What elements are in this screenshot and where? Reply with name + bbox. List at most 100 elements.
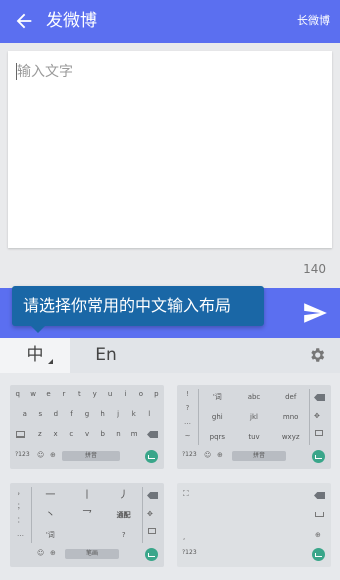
side-key: ： <box>17 516 24 524</box>
layout-option-nine-key[interactable]: ! ? … ~ '词 abc def ghi jkl mno pqrs tuv … <box>177 385 331 469</box>
side-key: ? <box>185 404 190 412</box>
key: tuv <box>248 433 260 441</box>
key: d <box>53 410 59 418</box>
side-key: … <box>17 530 24 538</box>
divider <box>309 389 310 445</box>
ime-tab-chinese[interactable]: 中 <box>0 338 70 373</box>
text-caret <box>16 63 17 80</box>
arrow-back-icon[interactable] <box>13 10 35 32</box>
globe-icon: ⊕ <box>50 451 56 459</box>
corner-triangle-icon <box>48 359 53 364</box>
key: g <box>84 410 90 418</box>
emoji-icon: ☺ <box>37 549 45 557</box>
key: i <box>124 390 127 398</box>
key: mno <box>282 413 299 421</box>
mode-key: ?123 <box>182 451 197 458</box>
nine-row-1: '词 abc def <box>199 392 309 403</box>
key: t <box>77 390 81 398</box>
key: w <box>30 390 36 398</box>
key: abc <box>247 393 261 401</box>
enter-icon <box>312 548 325 561</box>
mode-key: ?123 <box>15 451 30 458</box>
comma-key: , <box>183 533 186 541</box>
globe-icon: ⊕ <box>217 451 223 459</box>
gear-icon[interactable] <box>308 346 326 364</box>
key: f <box>70 410 73 418</box>
enter-icon <box>145 548 158 561</box>
backspace-icon <box>314 394 325 401</box>
layout-option-qwerty[interactable]: q w e r t y u i o p a s d f g h j k l z … <box>10 385 164 469</box>
key: o <box>138 390 144 398</box>
key: b <box>100 430 105 438</box>
globe-icon: ⊕ <box>315 531 321 539</box>
key: z <box>38 430 42 438</box>
keyboard-layout-picker: q w e r t y u i o p a s d f g h j k l z … <box>0 373 340 580</box>
key: 一 <box>45 490 56 501</box>
key: n <box>116 430 121 438</box>
divider <box>142 487 143 543</box>
key: q <box>15 390 20 398</box>
fullscreen-icon: ⛶ <box>183 489 189 498</box>
layout-option-stroke[interactable]: ， ； ： … 一 丨 丿 丶 乛 通配 '词 ? ✥ ☺ ⊕ 笔画 <box>10 483 164 567</box>
key: j <box>117 410 120 418</box>
key: '词 <box>45 531 55 539</box>
stroke-row-1: 一 丨 丿 <box>32 490 142 501</box>
emoji-icon: ☺ <box>204 451 212 459</box>
key: pqrs <box>209 433 226 441</box>
ime-tab-chinese-label: 中 <box>26 345 44 365</box>
mode-key: ?123 <box>182 549 197 556</box>
cursor-move-icon: ✥ <box>147 510 153 518</box>
enter-icon <box>312 450 325 463</box>
side-key: ! <box>186 390 189 398</box>
send-icon[interactable] <box>302 300 328 326</box>
cursor-move-icon: ✥ <box>314 412 320 420</box>
page-title: 发微博 <box>46 11 97 31</box>
char-counter: 140 <box>303 262 326 276</box>
shift-icon <box>315 430 323 436</box>
backspace-icon <box>314 492 325 499</box>
key: l <box>148 410 151 418</box>
key: 丨 <box>82 490 92 501</box>
key <box>69 530 106 541</box>
nine-row-3: pqrs tuv wxyz <box>199 432 309 443</box>
space-key: 拼音 <box>232 451 286 461</box>
layout-option-handwriting[interactable]: ⛶ , ⊕ ?123 <box>177 483 331 567</box>
ime-tab-english-label: En <box>95 345 117 365</box>
key: 通配 <box>116 511 131 519</box>
key: y <box>92 390 97 398</box>
key: x <box>53 430 58 438</box>
stroke-row-2: 丶 乛 通配 <box>32 510 142 521</box>
emoji-icon: ☺ <box>37 451 45 459</box>
key: a <box>22 410 27 418</box>
enter-icon <box>145 450 158 463</box>
space-key: 笔画 <box>65 549 119 559</box>
key: e <box>46 390 51 398</box>
globe-icon: ⊕ <box>50 549 56 557</box>
space-icon <box>315 512 324 517</box>
qwerty-row-3: z x c v b n m <box>10 429 164 440</box>
tooltip-arrow <box>31 326 45 333</box>
long-weibo-button[interactable]: 长微博 <box>297 14 330 28</box>
space-key: 拼音 <box>62 451 120 461</box>
key: jkl <box>250 413 258 421</box>
app-bar: 发微博 长微博 <box>0 0 340 43</box>
post-text-input[interactable] <box>8 51 332 248</box>
key: 丶 <box>45 510 56 521</box>
key: r <box>62 390 66 398</box>
side-key: ； <box>17 502 24 510</box>
ime-tab-english[interactable]: En <box>70 338 142 373</box>
key: s <box>38 410 43 418</box>
side-key: ， <box>17 488 24 496</box>
key: p <box>154 390 159 398</box>
shift-icon <box>148 528 156 534</box>
nine-row-2: ghi jkl mno <box>199 412 309 423</box>
side-key: … <box>184 418 191 426</box>
side-key: ~ <box>184 432 191 440</box>
qwerty-row-2: a s d f g h j k l <box>10 409 164 420</box>
key: wxyz <box>281 433 300 441</box>
key: k <box>131 410 136 418</box>
layout-tooltip: 请选择你常用的中文输入布局 <box>12 286 264 326</box>
ime-tab-bar: 中 En <box>0 338 340 373</box>
key: m <box>130 430 138 438</box>
key: v <box>84 430 90 438</box>
